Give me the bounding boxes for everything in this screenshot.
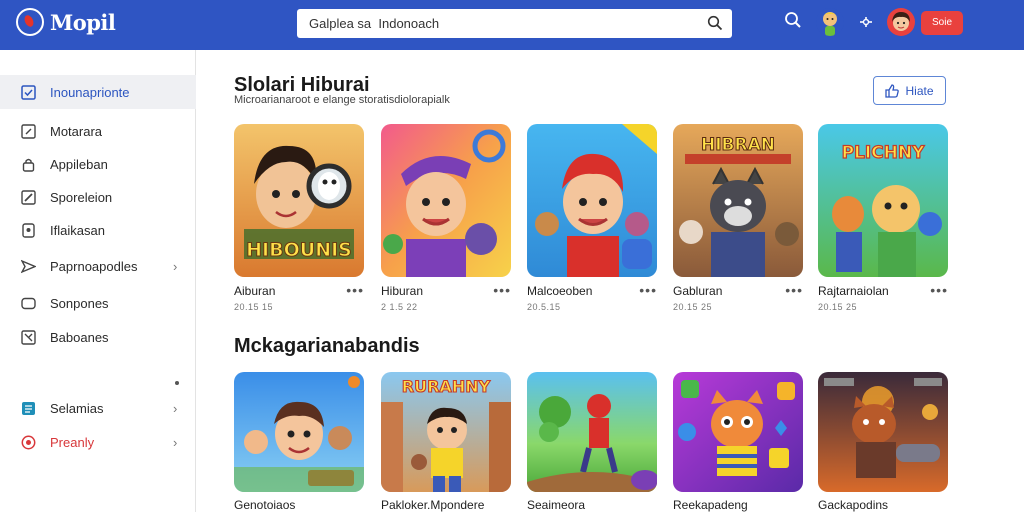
logo-text: Mopil bbox=[50, 9, 116, 35]
game-thumbnail[interactable]: PLICHNY bbox=[818, 124, 948, 277]
search-icon[interactable] bbox=[784, 11, 802, 29]
game-art-title: HIBOUNIS bbox=[246, 239, 352, 261]
game-card[interactable]: Malcoeoben ••• 20.5.15 bbox=[527, 124, 657, 312]
game-thumbnail[interactable] bbox=[234, 372, 364, 492]
section-title: Mckagarianabandis bbox=[234, 335, 420, 357]
app-logo[interactable]: Mopil bbox=[16, 8, 116, 36]
lock-icon bbox=[22, 158, 35, 172]
share-icon[interactable] bbox=[858, 14, 874, 30]
kid-avatar-icon[interactable] bbox=[816, 8, 844, 36]
filter-button-label: Hiate bbox=[905, 83, 934, 98]
game-meta: 2 1.5 22 bbox=[381, 302, 418, 312]
game-title[interactable]: Reekapadeng bbox=[673, 498, 748, 512]
sidebar: Inounaprionte Motarara Appileban Sporele… bbox=[0, 50, 196, 512]
game-meta: 20.15 15 bbox=[234, 302, 274, 312]
game-card[interactable]: Gackapodins bbox=[818, 372, 948, 512]
sidebar-item-iflaikasan[interactable]: Iflaikasan bbox=[0, 213, 196, 247]
more-options-icon[interactable]: ••• bbox=[493, 283, 511, 297]
game-thumbnail[interactable] bbox=[818, 372, 948, 492]
sign-in-button[interactable]: Soie bbox=[921, 11, 963, 35]
send-icon bbox=[21, 259, 36, 273]
more-options-icon[interactable]: ••• bbox=[346, 283, 364, 297]
game-title[interactable]: Seaimeora bbox=[527, 498, 585, 512]
sidebar-item-motarara[interactable]: Motarara bbox=[0, 114, 196, 148]
tool-icon bbox=[21, 329, 36, 345]
more-options-icon[interactable]: ••• bbox=[639, 283, 657, 297]
game-art-title: HIBRAN bbox=[701, 135, 775, 155]
sidebar-item-label: Appileban bbox=[50, 156, 108, 172]
sidebar-item-sonpones[interactable]: Sonpones bbox=[0, 286, 196, 320]
sidebar-item-label: Motarara bbox=[50, 123, 103, 139]
page-subtitle: Microarianaroot e elange storatisdiolora… bbox=[234, 94, 450, 106]
game-card[interactable]: Hiburan ••• 2 1.5 22 bbox=[381, 124, 511, 312]
game-thumbnail[interactable] bbox=[381, 124, 511, 277]
game-meta: 20.15 25 bbox=[818, 302, 858, 312]
sidebar-item-preanly[interactable]: Preanly › bbox=[0, 425, 196, 459]
sidebar-item-label: Sporeleion bbox=[50, 189, 113, 205]
game-card[interactable]: PLICHNY Rajtarnaiolan ••• 20.15 25 bbox=[818, 124, 948, 312]
game-card[interactable]: HIBOUNIS Aiburan ••• 20.15 15 bbox=[234, 124, 364, 312]
sidebar-item-label: Baboanes bbox=[50, 329, 109, 345]
sidebar-item-paprnoapodles[interactable]: Paprnoapodles › bbox=[0, 249, 196, 283]
game-art-title: RURAHNY bbox=[402, 377, 491, 396]
game-card[interactable]: Seaimeora bbox=[527, 372, 657, 512]
game-title[interactable]: Pakloker.Mpondere bbox=[381, 498, 484, 512]
game-title[interactable]: Rajtarnaiolan bbox=[818, 284, 889, 298]
game-thumbnail[interactable]: HIBRAN bbox=[673, 124, 803, 277]
record-icon bbox=[21, 435, 36, 449]
checkbox-icon bbox=[21, 84, 36, 100]
chevron-right-icon: › bbox=[173, 400, 178, 416]
search-bar bbox=[297, 9, 732, 38]
sidebar-item-label: Paprnoapodles bbox=[50, 258, 138, 274]
thumbs-up-icon bbox=[885, 83, 900, 98]
chevron-right-icon: › bbox=[173, 434, 178, 450]
game-meta: 20.5.15 bbox=[527, 302, 561, 312]
sidebar-item-inounaprionte[interactable]: Inounaprionte bbox=[0, 75, 196, 109]
game-thumbnail[interactable] bbox=[527, 372, 657, 492]
game-thumbnail[interactable]: RURAHNY bbox=[381, 372, 511, 492]
device-icon bbox=[22, 222, 35, 238]
sidebar-item-appileban[interactable]: Appileban bbox=[0, 147, 196, 181]
game-meta: 20.15 25 bbox=[673, 302, 713, 312]
filter-button[interactable]: Hiate bbox=[873, 76, 946, 105]
sidebar-item-label: Preanly bbox=[50, 434, 95, 450]
search-icon[interactable] bbox=[707, 15, 723, 31]
card-icon bbox=[21, 297, 36, 309]
game-card[interactable]: RURAHNY Pakloker.Mpondere bbox=[381, 372, 511, 512]
search-input[interactable] bbox=[297, 9, 697, 38]
more-options-icon[interactable]: ••• bbox=[785, 283, 803, 297]
sidebar-item-label: Inounaprionte bbox=[50, 84, 130, 100]
separator-dot bbox=[175, 381, 179, 385]
chevron-right-icon: › bbox=[173, 258, 178, 274]
game-card[interactable]: Reekapadeng bbox=[673, 372, 803, 512]
game-title[interactable]: Hiburan bbox=[381, 284, 423, 298]
game-thumbnail[interactable]: HIBOUNIS bbox=[234, 124, 364, 277]
sidebar-item-label: Sonpones bbox=[50, 295, 109, 311]
edit-box-icon bbox=[21, 123, 36, 139]
sidebar-item-selamias[interactable]: Selamias › bbox=[0, 391, 196, 425]
game-title[interactable]: Aiburan bbox=[234, 284, 275, 298]
game-art-title: PLICHNY bbox=[842, 143, 926, 163]
sidebar-item-label: Iflaikasan bbox=[50, 222, 105, 238]
game-title[interactable]: Genotoiaos bbox=[234, 498, 295, 512]
logo-icon bbox=[16, 8, 44, 36]
game-title[interactable]: Malcoeoben bbox=[527, 284, 592, 298]
game-title[interactable]: Gabluran bbox=[673, 284, 722, 298]
game-card[interactable]: HIBRAN Gabluran ••• 20.15 25 bbox=[673, 124, 803, 312]
game-thumbnail[interactable] bbox=[527, 124, 657, 277]
document-icon bbox=[22, 401, 35, 415]
pencil-icon bbox=[21, 189, 36, 205]
more-options-icon[interactable]: ••• bbox=[930, 283, 948, 297]
game-title[interactable]: Gackapodins bbox=[818, 498, 888, 512]
top-bar: Mopil Soie bbox=[0, 0, 1024, 50]
user-avatar[interactable] bbox=[887, 8, 915, 36]
game-card[interactable]: Genotoiaos bbox=[234, 372, 364, 512]
game-thumbnail[interactable] bbox=[673, 372, 803, 492]
sidebar-item-baboanes[interactable]: Baboanes bbox=[0, 320, 196, 354]
sidebar-item-sporeleion[interactable]: Sporeleion bbox=[0, 180, 196, 214]
sidebar-item-label: Selamias bbox=[50, 400, 104, 416]
